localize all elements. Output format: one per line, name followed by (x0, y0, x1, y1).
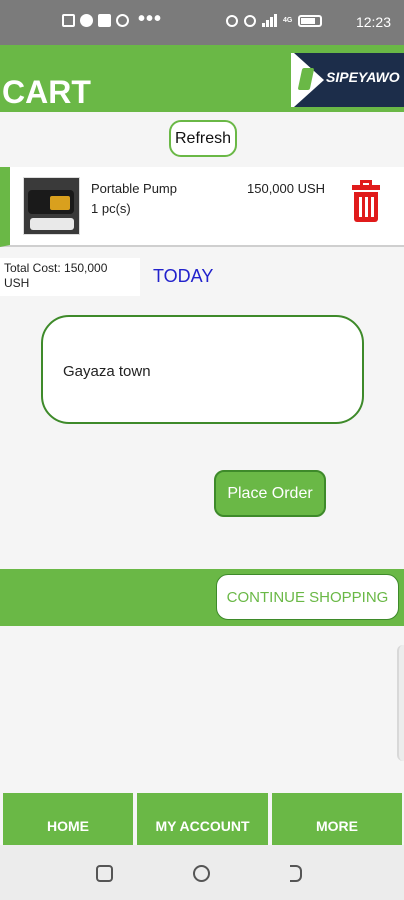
messenger-icon (80, 14, 93, 27)
notification-icons (62, 14, 129, 27)
back-icon[interactable] (290, 865, 302, 882)
continue-shopping-button[interactable]: CONTINUE SHOPPING (216, 574, 399, 620)
system-icons: 4G (226, 14, 323, 27)
delivery-address-value: Gayaza town (63, 363, 151, 380)
bottom-navigation: HOME MY ACCOUNT MORE (0, 792, 404, 845)
logo-text: SIPEYAWO (326, 69, 400, 85)
facebook-icon (98, 14, 111, 27)
recent-apps-icon[interactable] (96, 865, 113, 882)
nav-my-account[interactable]: MY ACCOUNT (137, 793, 268, 845)
whatsapp-icon (116, 14, 129, 27)
nav-home[interactable]: HOME (3, 793, 133, 845)
product-image (23, 177, 80, 235)
product-quantity: 1 pc(s) (91, 201, 131, 216)
delivery-day: TODAY (153, 266, 214, 286)
image-icon (62, 14, 75, 27)
system-navigation-bar (0, 845, 404, 900)
total-cost: Total Cost: 150,000 USH (0, 258, 140, 296)
hotspot-icon (244, 14, 256, 27)
delivery-address-field[interactable]: Gayaza town (41, 315, 364, 424)
trash-icon (354, 192, 378, 222)
battery-icon (298, 14, 323, 27)
product-price: 150,000 USH (247, 181, 326, 196)
page-title: CART (2, 74, 91, 110)
place-order-button[interactable]: Place Order (214, 470, 326, 517)
nav-more[interactable]: MORE (272, 793, 402, 845)
delete-item-button[interactable] (338, 177, 394, 234)
status-bar: ••• 4G 12:23 (0, 0, 404, 45)
home-icon[interactable] (193, 865, 210, 882)
refresh-button[interactable]: Refresh (169, 120, 237, 157)
brand-logo: SIPEYAWO (291, 53, 404, 107)
wifi-icon (262, 14, 277, 27)
product-name: Portable Pump (91, 181, 177, 196)
signal-tag: 4G (283, 17, 293, 24)
edge-panel-handle[interactable] (397, 645, 404, 761)
cart-item: Portable Pump 1 pc(s) 150,000 USH (0, 167, 404, 247)
alarm-icon (226, 14, 238, 27)
more-notifications-icon: ••• (138, 8, 163, 30)
status-time: 12:23 (355, 14, 391, 30)
